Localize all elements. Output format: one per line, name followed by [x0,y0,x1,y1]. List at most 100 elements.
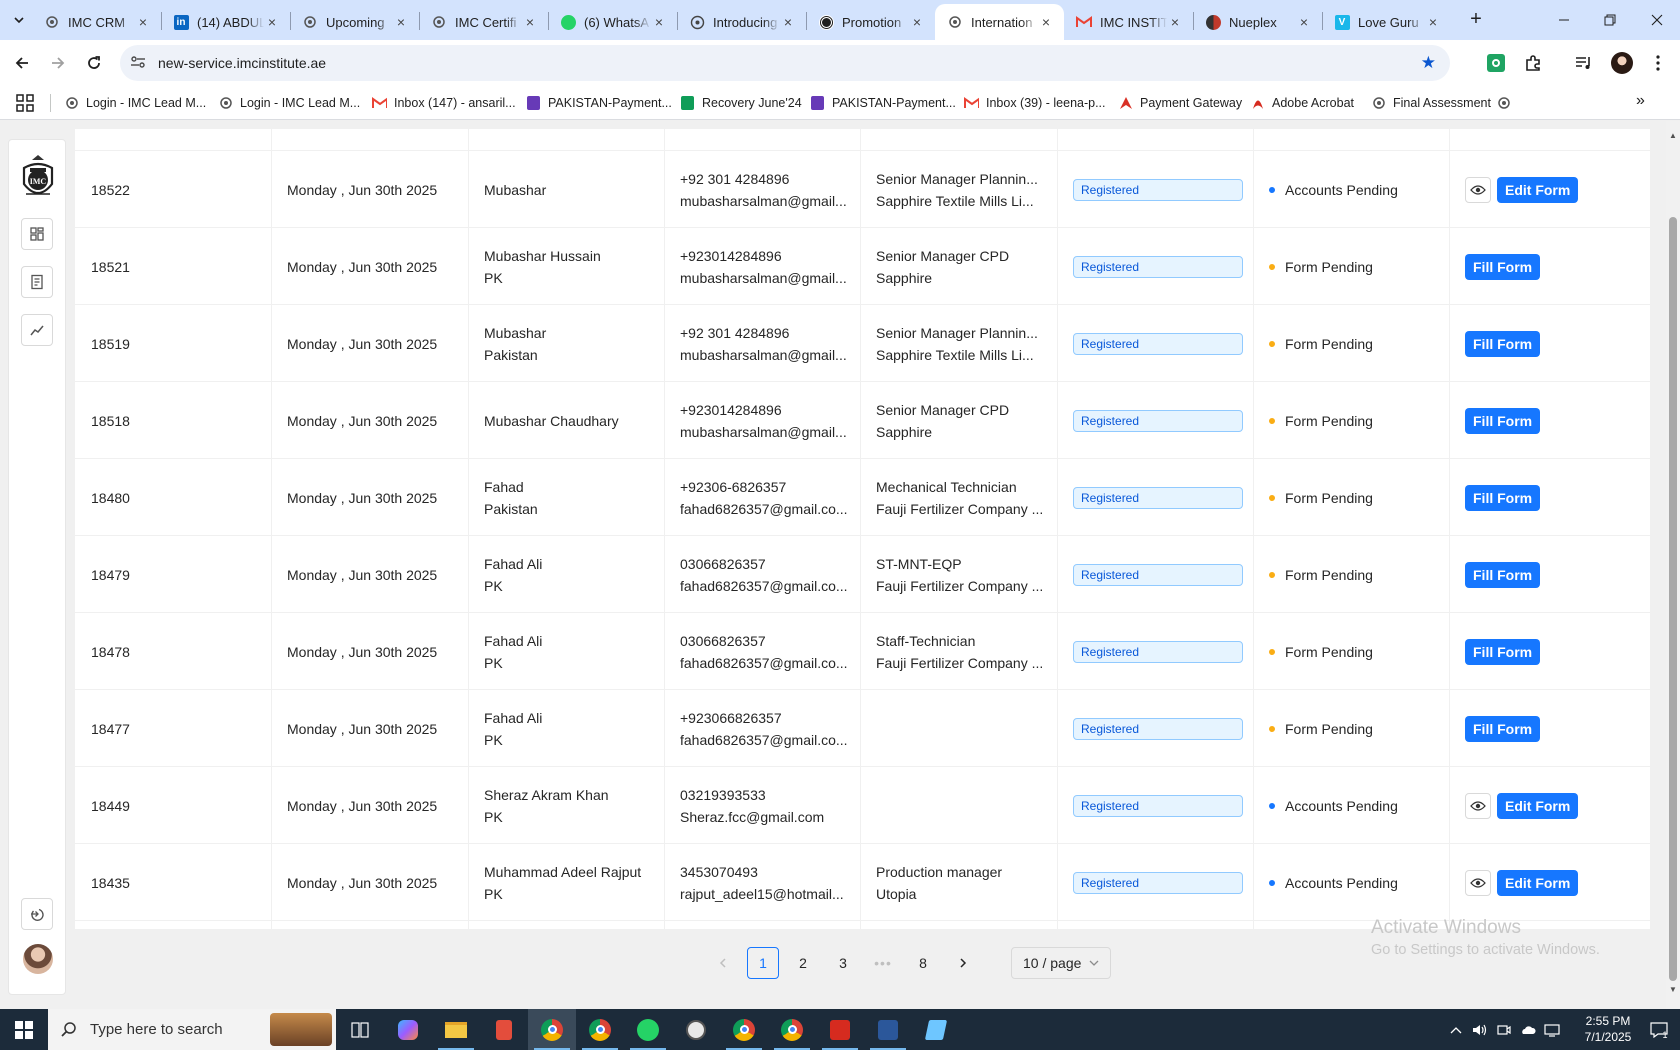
browser-tab[interactable]: IMC INSTIT × [1064,4,1193,40]
meet-now-icon[interactable] [1492,1009,1516,1050]
chrome-profile2-icon[interactable] [576,1009,624,1050]
close-tab-icon[interactable]: × [1296,14,1312,30]
fill-form-button[interactable]: Fill Form [1465,561,1541,588]
bookmark-item[interactable]: Payment Gateway [1118,90,1242,116]
bookmark-item[interactable]: Final Assessment [1371,90,1491,116]
page-number-button[interactable]: 8 [907,947,939,979]
close-tab-icon[interactable]: × [909,14,925,30]
analytics-nav-icon[interactable] [21,314,53,346]
onedrive-icon[interactable] [1516,1009,1540,1050]
bookmark-item[interactable]: Login - IMC Lead M... [64,90,206,116]
browser-tab[interactable]: Promotion × [806,4,935,40]
page-number-button[interactable]: 3 [827,947,859,979]
chrome-active-icon[interactable] [528,1009,576,1050]
notifications-button[interactable]: 1 [1640,1009,1678,1050]
dashboard-nav-icon[interactable] [21,218,53,250]
bookmark-item[interactable]: Login - IMC Lead M... [218,90,360,116]
tray-overflow-icon[interactable] [1444,1009,1468,1050]
browser-tab[interactable]: V Love Guru × [1322,4,1451,40]
page-scrollbar[interactable]: ▲ ▼ [1666,121,1680,1009]
network-icon[interactable] [1540,1009,1564,1050]
edit-form-button[interactable]: Edit Form [1497,176,1579,203]
media-controls-icon[interactable] [1570,49,1598,77]
back-button[interactable] [6,47,38,79]
taskbar-search[interactable]: Type here to search [48,1009,336,1050]
scroll-down-icon[interactable]: ▼ [1668,985,1678,995]
view-button[interactable] [1465,176,1491,203]
bookmark-item[interactable]: PAKISTAN-Payment... [526,90,672,116]
bookmark-item[interactable]: Recovery June'24 [680,90,802,116]
close-tab-icon[interactable]: × [780,14,796,30]
fill-form-button[interactable]: Fill Form [1465,484,1541,511]
browser-tab[interactable]: in (14) ABDUL × [161,4,290,40]
page-size-select[interactable]: 10 / page [1011,947,1111,979]
logout-nav-icon[interactable] [21,898,53,930]
chrome-profile4-icon[interactable] [768,1009,816,1050]
bookmarks-overflow-icon[interactable]: » [1636,92,1645,110]
profile-avatar-icon[interactable] [1608,49,1636,77]
close-tab-icon[interactable]: × [1425,14,1441,30]
fill-form-button[interactable]: Fill Form [1465,253,1541,280]
bookmark-item[interactable]: Inbox (39) - leena-p... [964,90,1106,116]
bookmark-item[interactable]: PAKISTAN-Payment... [810,90,956,116]
user-avatar[interactable] [23,944,53,974]
close-tab-icon[interactable]: × [264,14,280,30]
page-number-button[interactable]: 1 [747,947,779,979]
task-view-icon[interactable] [336,1009,384,1050]
page-number-button[interactable]: 2 [787,947,819,979]
chrome-menu-button[interactable] [1644,49,1672,77]
fill-form-button[interactable]: Fill Form [1465,638,1541,665]
extension-green-icon[interactable] [1482,49,1510,77]
browser-tab[interactable]: Nueplex × [1193,4,1322,40]
close-tab-icon[interactable]: × [651,14,667,30]
notepad-icon[interactable] [912,1009,960,1050]
close-tab-icon[interactable]: × [1038,14,1054,30]
scrollbar-thumb[interactable] [1669,217,1677,981]
bookmark-unnamed[interactable] [1496,90,1518,116]
close-tab-icon[interactable]: × [393,14,409,30]
close-tab-icon[interactable]: × [522,14,538,30]
bookmark-star-icon[interactable]: ★ [1421,53,1436,73]
view-button[interactable] [1465,792,1491,819]
close-window-button[interactable] [1634,0,1680,40]
fill-form-button[interactable]: Fill Form [1465,330,1541,357]
browser-tab[interactable]: Upcoming × [290,4,419,40]
forms-nav-icon[interactable] [21,266,53,298]
browser-tab[interactable]: IMC Certifi × [419,4,548,40]
chrome-profile3-icon[interactable] [720,1009,768,1050]
pagination-ellipsis[interactable]: ••• [867,947,899,979]
bookmark-item[interactable]: Inbox (147) - ansaril... [372,90,516,116]
site-info-icon[interactable] [130,55,146,72]
volume-icon[interactable] [1468,1009,1492,1050]
view-button[interactable] [1465,869,1491,896]
fill-form-button[interactable]: Fill Form [1465,407,1541,434]
close-tab-icon[interactable]: × [1167,14,1183,30]
prev-page-button[interactable] [707,947,739,979]
browser-tab-active[interactable]: Internation × [935,4,1064,40]
edit-form-button[interactable]: Edit Form [1497,869,1579,896]
restore-window-button[interactable] [1587,0,1633,40]
start-button[interactable] [0,1009,48,1050]
browser-tab[interactable]: Introducing × [677,4,806,40]
browser-tab[interactable]: (6) WhatsA × [548,4,677,40]
extensions-puzzle-icon[interactable] [1519,49,1547,77]
address-bar[interactable]: new-service.imcinstitute.ae ★ [120,45,1450,81]
bookmark-item[interactable]: Adobe Acrobat [1250,90,1354,116]
scroll-up-icon[interactable]: ▲ [1668,131,1678,141]
tab-search-button[interactable] [6,8,32,32]
copilot-icon[interactable] [384,1009,432,1050]
browser-tab[interactable]: IMC CRM × [32,4,161,40]
acrobat-icon[interactable] [816,1009,864,1050]
whatsapp-icon[interactable] [624,1009,672,1050]
new-tab-button[interactable]: + [1464,8,1488,32]
apps-grid-icon[interactable] [16,94,34,112]
reload-button[interactable] [78,47,110,79]
close-tab-icon[interactable]: × [135,14,151,30]
next-page-button[interactable] [947,947,979,979]
taskbar-clock[interactable]: 2:55 PM 7/1/2025 [1578,1013,1638,1045]
app-pin-icon[interactable] [480,1009,528,1050]
clock-app-icon[interactable] [672,1009,720,1050]
forward-button[interactable] [42,47,74,79]
word-icon[interactable] [864,1009,912,1050]
fill-form-button[interactable]: Fill Form [1465,715,1541,742]
